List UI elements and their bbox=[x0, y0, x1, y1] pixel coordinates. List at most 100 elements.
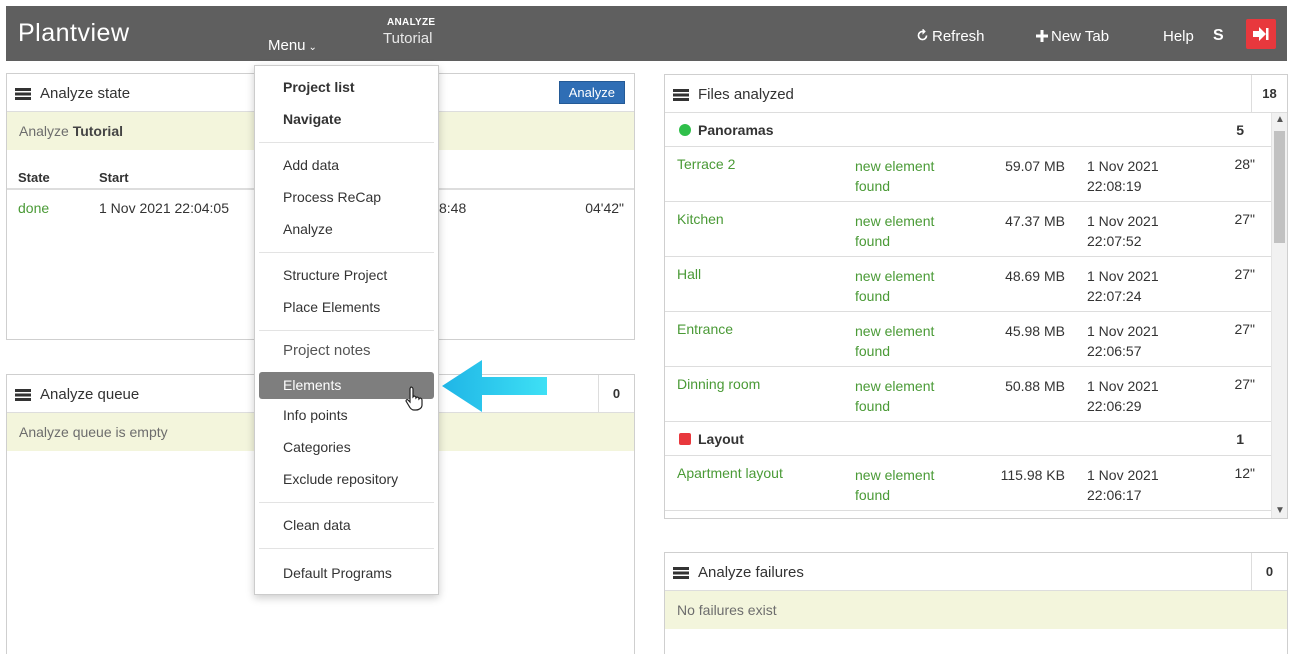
menu-divider bbox=[259, 502, 434, 503]
analyze-button[interactable]: Analyze bbox=[558, 81, 625, 104]
note-project: Tutorial bbox=[72, 123, 123, 139]
file-status: new element found bbox=[855, 378, 935, 414]
plus-icon bbox=[1036, 30, 1048, 42]
file-status: new element found bbox=[855, 268, 935, 304]
file-date: 1 Nov 2021 22:06:29 bbox=[1087, 378, 1159, 414]
file-date: 1 Nov 2021 22:06:57 bbox=[1087, 323, 1159, 359]
file-name[interactable]: Dinning room bbox=[677, 376, 760, 392]
file-status: new element found bbox=[855, 467, 935, 503]
menu-divider bbox=[259, 252, 434, 253]
file-size: 47.37 MB bbox=[1005, 213, 1065, 229]
file-date: 1 Nov 2021 22:07:24 bbox=[1087, 268, 1159, 304]
queue-count: 0 bbox=[598, 375, 634, 412]
file-duration: 28" bbox=[1234, 156, 1255, 172]
col-state: State bbox=[18, 170, 50, 185]
file-size: 48.69 MB bbox=[1005, 268, 1065, 284]
menu-divider bbox=[259, 330, 434, 331]
row-end: 8:48 bbox=[439, 200, 467, 216]
panel-title: Files analyzed bbox=[698, 86, 794, 103]
menu-item-exclude-repository[interactable]: Exclude repository bbox=[283, 471, 398, 487]
refresh-icon bbox=[917, 28, 928, 41]
logout-icon bbox=[1253, 27, 1269, 41]
file-duration: 27" bbox=[1234, 321, 1255, 337]
table-row[interactable]: Dinning room new element found 50.88 MB … bbox=[665, 367, 1287, 422]
scrollbar-thumb[interactable] bbox=[1274, 131, 1285, 243]
group-name: Layout bbox=[698, 431, 744, 447]
file-date: 1 Nov 2021 22:07:52 bbox=[1087, 213, 1159, 249]
file-size: 59.07 MB bbox=[1005, 158, 1065, 174]
file-duration: 12" bbox=[1234, 465, 1255, 481]
file-name[interactable]: Entrance bbox=[677, 321, 733, 337]
file-name[interactable]: Terrace 2 bbox=[677, 156, 735, 172]
group-header-layout[interactable]: Layout 1 bbox=[665, 422, 1287, 456]
menu-button[interactable]: Menu ⌄ bbox=[268, 37, 317, 54]
green-dot-icon bbox=[679, 124, 691, 136]
breadcrumb-project: Tutorial bbox=[383, 30, 433, 47]
menu-item-label: Elements bbox=[283, 377, 342, 393]
help-link[interactable]: Help bbox=[1163, 28, 1194, 45]
panel-header: Analyze failures 0 bbox=[665, 553, 1287, 591]
refresh-label: Refresh bbox=[932, 28, 985, 45]
col-start: Start bbox=[99, 170, 129, 185]
menu-item-project-list[interactable]: Project list bbox=[283, 79, 355, 95]
list-icon bbox=[15, 88, 31, 100]
table-row[interactable]: Hall new element found 48.69 MB 1 Nov 20… bbox=[665, 257, 1287, 312]
table-row[interactable]: Terrace 2 new element found 59.07 MB 1 N… bbox=[665, 147, 1287, 202]
list-icon bbox=[673, 89, 689, 101]
menu-item-categories[interactable]: Categories bbox=[283, 439, 351, 455]
file-name[interactable]: Apartment layout bbox=[677, 465, 783, 481]
menu-item-clean-data[interactable]: Clean data bbox=[283, 517, 351, 533]
menu-item-structure-project[interactable]: Structure Project bbox=[283, 267, 387, 283]
pointer-arrow-icon bbox=[442, 360, 547, 412]
analyze-failures-panel: Analyze failures 0 No failures exist bbox=[664, 552, 1288, 654]
menu-header-project-notes: Project notes bbox=[283, 342, 371, 359]
table-row[interactable]: Apartment layout new element found 115.9… bbox=[665, 456, 1287, 511]
panel-header: Files analyzed 18 bbox=[665, 75, 1287, 113]
files-count: 18 bbox=[1251, 75, 1287, 112]
files-list[interactable]: Panoramas 5 Terrace 2 new element found … bbox=[665, 113, 1287, 511]
file-status: new element found bbox=[855, 323, 935, 359]
file-duration: 27" bbox=[1234, 211, 1255, 227]
file-size: 50.88 MB bbox=[1005, 378, 1065, 394]
main-menu-dropdown: Project list Navigate Add data Process R… bbox=[254, 65, 439, 595]
logout-button[interactable] bbox=[1246, 19, 1276, 49]
scroll-down-icon[interactable]: ▼ bbox=[1275, 505, 1285, 516]
files-scrollbar[interactable]: ▲ ▼ bbox=[1271, 113, 1287, 518]
menu-item-default-programs[interactable]: Default Programs bbox=[283, 565, 392, 581]
menu-item-place-elements[interactable]: Place Elements bbox=[283, 299, 380, 315]
breadcrumb: ANALYZE Tutorial bbox=[383, 17, 435, 47]
file-size: 115.98 KB bbox=[1000, 467, 1065, 483]
file-duration: 27" bbox=[1234, 266, 1255, 282]
scroll-up-icon[interactable]: ▲ bbox=[1275, 114, 1285, 125]
panel-title: Analyze failures bbox=[698, 564, 804, 581]
table-row[interactable]: Entrance new element found 45.98 MB 1 No… bbox=[665, 312, 1287, 367]
menu-label: Menu bbox=[268, 37, 306, 54]
row-duration: 04'42" bbox=[585, 200, 624, 216]
group-header-panoramas[interactable]: Panoramas 5 bbox=[665, 113, 1287, 147]
user-initial[interactable]: S bbox=[1213, 27, 1224, 45]
row-start: 1 Nov 2021 22:04:05 bbox=[99, 200, 229, 216]
menu-item-navigate[interactable]: Navigate bbox=[283, 111, 341, 127]
file-date: 1 Nov 2021 22:06:17 bbox=[1087, 467, 1159, 503]
file-name[interactable]: Hall bbox=[677, 266, 701, 282]
file-date: 1 Nov 2021 22:08:19 bbox=[1087, 158, 1159, 194]
panel-title: Analyze state bbox=[40, 85, 131, 102]
breadcrumb-section: ANALYZE bbox=[387, 17, 436, 28]
app-brand[interactable]: Plantview bbox=[18, 19, 130, 48]
menu-item-add-data[interactable]: Add data bbox=[283, 157, 339, 173]
table-row[interactable]: Kitchen new element found 47.37 MB 1 Nov… bbox=[665, 202, 1287, 257]
chevron-down-icon: ⌄ bbox=[308, 42, 317, 53]
hand-cursor-icon bbox=[405, 386, 423, 411]
row-state: done bbox=[18, 200, 50, 216]
file-status: new element found bbox=[855, 158, 935, 194]
file-duration: 27" bbox=[1234, 376, 1255, 392]
new-tab-button[interactable]: New Tab bbox=[1036, 28, 1109, 45]
new-tab-label: New Tab bbox=[1051, 28, 1110, 45]
file-name[interactable]: Kitchen bbox=[677, 211, 724, 227]
refresh-button[interactable]: Refresh bbox=[916, 28, 985, 45]
menu-item-analyze[interactable]: Analyze bbox=[283, 221, 333, 237]
menu-item-process-recap[interactable]: Process ReCap bbox=[283, 189, 381, 205]
menu-divider bbox=[259, 548, 434, 549]
red-square-icon bbox=[679, 433, 691, 445]
menu-item-info-points[interactable]: Info points bbox=[283, 407, 348, 423]
